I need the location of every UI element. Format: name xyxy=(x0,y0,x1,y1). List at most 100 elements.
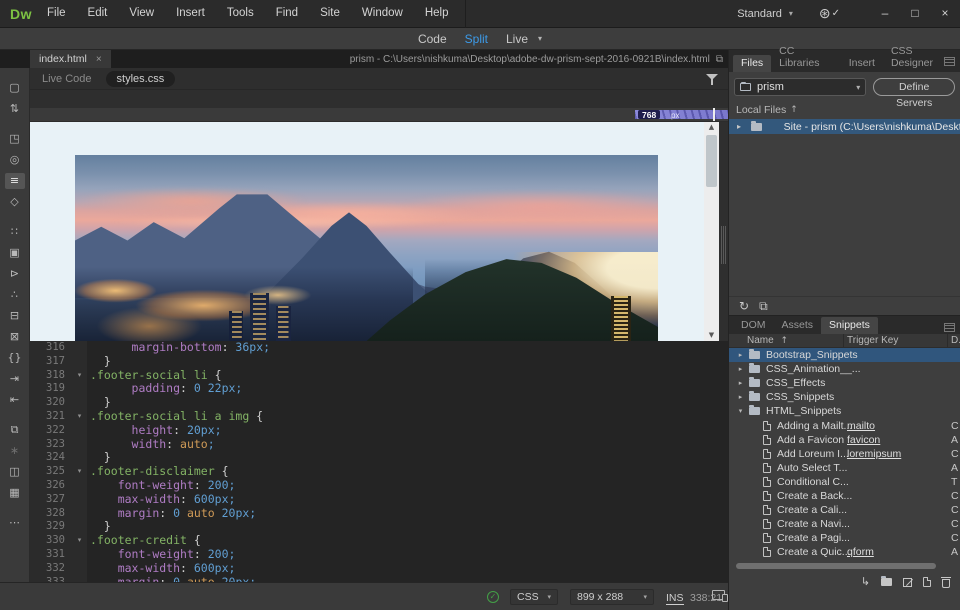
code-line-332[interactable]: 332 max-width: 600px; xyxy=(30,562,728,576)
tab-files[interactable]: Files xyxy=(733,55,771,72)
code-view-button[interactable]: Code xyxy=(418,32,447,46)
snippet-item-row[interactable]: Create a Back...C xyxy=(729,489,960,503)
column-name[interactable]: Name xyxy=(747,335,774,346)
code-line-323[interactable]: 323 width: auto; xyxy=(30,438,728,452)
fold-icon[interactable]: ▾ xyxy=(72,410,87,424)
chevron-right-icon[interactable]: ▸ xyxy=(737,122,745,131)
open-documents-icon[interactable]: ▢ xyxy=(5,80,25,96)
snippet-trigger-key[interactable]: qform xyxy=(847,546,874,558)
code-line-317[interactable]: 317 } xyxy=(30,355,728,369)
code-line-327[interactable]: 327 max-width: 600px; xyxy=(30,493,728,507)
tab-insert[interactable]: Insert xyxy=(841,55,883,72)
snippet-trigger-key[interactable]: mailto xyxy=(847,420,875,432)
chevron-expanded-icon[interactable]: ▾ xyxy=(736,407,745,415)
code-line-328[interactable]: 328 margin: 0 auto 20px; xyxy=(30,507,728,521)
chevron-collapsed-icon[interactable]: ▸ xyxy=(736,393,745,401)
live-view-inspect-icon[interactable]: ◎ xyxy=(5,152,25,168)
media-query-ruler[interactable]: 768 px xyxy=(30,108,728,122)
tab-dom[interactable]: DOM xyxy=(733,317,774,334)
filter-icon[interactable] xyxy=(706,73,718,85)
snippets-hscrollbar[interactable] xyxy=(729,560,960,572)
menu-view[interactable]: View xyxy=(118,0,165,27)
delete-snippet-icon[interactable] xyxy=(942,579,950,588)
code-line-330[interactable]: 330▾.footer-credit { xyxy=(30,534,728,548)
snippet-item-row[interactable]: Auto Select T...A xyxy=(729,461,960,475)
chevron-collapsed-icon[interactable]: ▸ xyxy=(736,365,745,373)
apply-transition-icon[interactable]: ⊳ xyxy=(5,266,25,282)
column-description[interactable]: D.. xyxy=(951,335,960,346)
menu-help[interactable]: Help xyxy=(414,0,460,27)
remove-comment-icon[interactable]: ⊠ xyxy=(5,329,25,345)
panel-menu-icon[interactable] xyxy=(944,57,955,66)
snippet-trigger-key[interactable]: favicon xyxy=(847,434,880,446)
viewport-marker[interactable] xyxy=(713,108,715,121)
code-line-331[interactable]: 331 font-weight: 200; xyxy=(30,548,728,562)
window-size-select[interactable]: 899 x 288▾ xyxy=(570,589,654,605)
scrollbar-thumb[interactable] xyxy=(736,563,936,569)
code-view-options-icon[interactable]: ◫ xyxy=(5,464,25,480)
tab-close-icon[interactable]: × xyxy=(96,54,102,65)
code-line-321[interactable]: 321▾.footer-social li a img { xyxy=(30,410,728,424)
file-management-icon[interactable]: ⇅ xyxy=(5,101,25,117)
panel-splitter[interactable] xyxy=(719,122,728,341)
code-line-325[interactable]: 325▾.footer-disclaimer { xyxy=(30,465,728,479)
snippet-item-row[interactable]: Create a Pagi...C xyxy=(729,531,960,545)
menu-insert[interactable]: Insert xyxy=(165,0,216,27)
menu-site[interactable]: Site xyxy=(309,0,351,27)
code-line-320[interactable]: 320 } xyxy=(30,396,728,410)
menu-tools[interactable]: Tools xyxy=(216,0,265,27)
code-hints-icon[interactable]: ∴ xyxy=(5,287,25,303)
format-source-icon[interactable]: ≡ xyxy=(5,173,25,189)
snippet-item-row[interactable]: Add Loreum I...loremipsumC xyxy=(729,447,960,461)
scrollbar-thumb[interactable] xyxy=(706,135,717,187)
menu-find[interactable]: Find xyxy=(265,0,309,27)
snippet-folder-row[interactable]: ▸CSS_Snippets xyxy=(729,390,960,404)
chevron-collapsed-icon[interactable]: ▸ xyxy=(736,379,745,387)
snippet-icon[interactable]: ∗ xyxy=(5,443,25,459)
fold-icon[interactable]: ▾ xyxy=(72,369,87,383)
apply-comment-icon[interactable]: ⊟ xyxy=(5,308,25,324)
code-line-318[interactable]: 318▾.footer-social li { xyxy=(30,369,728,383)
site-select[interactable]: prism ▾ xyxy=(734,78,866,96)
split-view-button[interactable]: Split xyxy=(465,32,488,46)
tab-assets[interactable]: Assets xyxy=(774,317,822,334)
new-snippet-icon[interactable] xyxy=(923,577,931,587)
insert-snippet-icon[interactable]: ↳ xyxy=(861,576,870,588)
code-line-319[interactable]: 319 padding: 0 22px; xyxy=(30,382,728,396)
tab-cc-libraries[interactable]: CC Libraries xyxy=(771,43,841,72)
tab-index-html[interactable]: index.html × xyxy=(30,50,111,68)
scroll-up-icon[interactable]: ▲ xyxy=(704,122,719,133)
live-view-dropdown-icon[interactable]: ▾ xyxy=(538,34,542,43)
close-button[interactable]: × xyxy=(930,0,960,27)
snippet-trigger-key[interactable]: loremipsum xyxy=(847,448,901,460)
code-line-322[interactable]: 322 height: 20px; xyxy=(30,424,728,438)
related-file-styles-css[interactable]: styles.css xyxy=(106,71,176,87)
column-trigger-key[interactable]: Trigger Key xyxy=(847,335,898,346)
snippet-item-row[interactable]: Create a Navi...C xyxy=(729,517,960,531)
splitter-grip[interactable] xyxy=(721,226,726,264)
site-root-row[interactable]: ▸ Site - prism (C:\Users\nishkuma\Deskto… xyxy=(729,119,960,134)
insert-mode-indicator[interactable]: INS xyxy=(666,592,684,605)
code-editor[interactable]: 316 margin-bottom: 36px;317 }318▾.footer… xyxy=(30,341,728,582)
snippet-item-row[interactable]: Add a FaviconfaviconA xyxy=(729,433,960,447)
device-preview-icon[interactable] xyxy=(712,590,728,602)
snippet-folder-row[interactable]: ▸CSS_Effects xyxy=(729,376,960,390)
snippet-item-row[interactable]: Create a Cali...C xyxy=(729,503,960,517)
recently-modified-icon[interactable]: ⧉ xyxy=(5,422,25,438)
snippet-folder-row[interactable]: ▸CSS_Animation__... xyxy=(729,362,960,376)
code-line-324[interactable]: 324 } xyxy=(30,451,728,465)
menu-edit[interactable]: Edit xyxy=(77,0,119,27)
code-navigator-icon[interactable]: ◳ xyxy=(5,131,25,147)
menu-file[interactable]: File xyxy=(36,0,77,27)
select-element-icon[interactable]: ◇ xyxy=(5,194,25,210)
menu-window[interactable]: Window xyxy=(351,0,414,27)
doctype-select[interactable]: CSS▾ xyxy=(510,589,558,605)
connect-remote-icon[interactable]: ⧉ xyxy=(759,299,768,314)
live-view[interactable]: ▲ ▼ xyxy=(30,122,728,341)
outdent-code-icon[interactable]: ⇤ xyxy=(5,392,25,408)
snippet-item-row[interactable]: Create a Quic...qformA xyxy=(729,545,960,559)
dual-window-icon[interactable]: ⧉ xyxy=(716,54,723,65)
more-options-icon[interactable]: ⋯ xyxy=(5,515,25,531)
fold-icon[interactable]: ▾ xyxy=(72,534,87,548)
tab-snippets[interactable]: Snippets xyxy=(821,317,878,334)
